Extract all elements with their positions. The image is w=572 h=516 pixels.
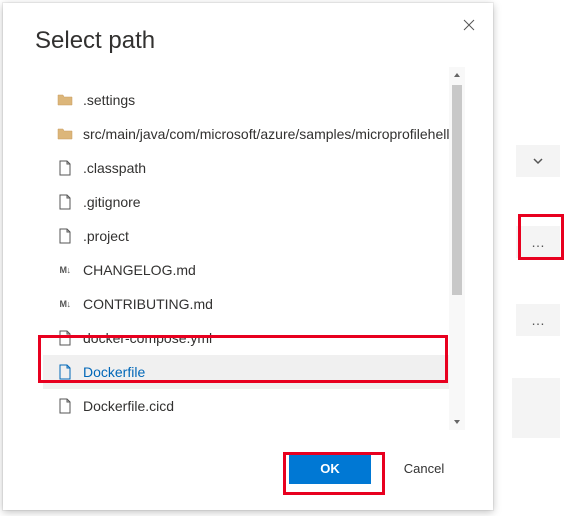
file-label: .classpath: [83, 160, 146, 176]
bg-browse-button-2[interactable]: …: [516, 304, 560, 336]
dialog-footer: OK Cancel: [3, 430, 493, 510]
scroll-thumb[interactable]: [452, 85, 462, 295]
dialog-title: Select path: [35, 27, 461, 55]
folder-icon: [57, 92, 73, 108]
file-row[interactable]: docker-compose.yml: [43, 321, 465, 355]
ellipsis-icon: …: [531, 312, 545, 328]
file-row[interactable]: src/main/java/com/microsoft/azure/sample…: [43, 117, 465, 151]
file-label: Dockerfile.cicd: [83, 398, 174, 414]
ellipsis-icon: …: [531, 234, 545, 250]
file-icon: [57, 228, 73, 244]
file-label: CHANGELOG.md: [83, 262, 196, 278]
file-icon: [57, 160, 73, 176]
file-row[interactable]: M↓LICENSE.md: [43, 423, 465, 430]
cancel-button[interactable]: Cancel: [383, 452, 465, 484]
close-button[interactable]: [457, 13, 481, 37]
scroll-up-arrow[interactable]: [449, 67, 465, 83]
bg-textarea: [512, 378, 560, 438]
file-row[interactable]: .project: [43, 219, 465, 253]
folder-icon: [57, 126, 73, 142]
md-icon: M↓: [57, 262, 73, 278]
file-row[interactable]: Dockerfile.cicd: [43, 389, 465, 423]
file-icon: [57, 364, 73, 380]
file-tree[interactable]: .settings src/main/java/com/microsoft/azu…: [43, 67, 465, 430]
file-row[interactable]: M↓ CONTRIBUTING.md: [43, 287, 465, 321]
file-label: CONTRIBUTING.md: [83, 296, 213, 312]
file-row[interactable]: .settings: [43, 83, 465, 117]
file-label: .gitignore: [83, 194, 141, 210]
file-row[interactable]: [43, 67, 465, 83]
file-label: .project: [83, 228, 129, 244]
file-label: .settings: [83, 92, 135, 108]
ok-button[interactable]: OK: [289, 452, 371, 484]
file-label: docker-compose.yml: [83, 330, 212, 346]
file-row[interactable]: M↓ CHANGELOG.md: [43, 253, 465, 287]
file-icon: [57, 194, 73, 210]
scrollbar[interactable]: [449, 67, 465, 430]
select-path-dialog: Select path .settings src/main/java/com/m…: [3, 3, 493, 510]
bg-browse-button-1[interactable]: …: [516, 226, 560, 258]
file-icon: [57, 330, 73, 346]
file-row[interactable]: Dockerfile: [43, 355, 465, 389]
file-row[interactable]: .classpath: [43, 151, 465, 185]
file-icon: [57, 398, 73, 414]
dialog-header: Select path: [3, 3, 493, 67]
md-icon: M↓: [57, 296, 73, 312]
file-label: src/main/java/com/microsoft/azure/sample…: [83, 126, 465, 142]
file-row[interactable]: .gitignore: [43, 185, 465, 219]
scroll-down-arrow[interactable]: [449, 414, 465, 430]
close-icon: [463, 19, 475, 31]
file-label: Dockerfile: [83, 364, 145, 380]
blank-icon: [57, 67, 73, 83]
bg-dropdown-chevron: [516, 145, 560, 177]
